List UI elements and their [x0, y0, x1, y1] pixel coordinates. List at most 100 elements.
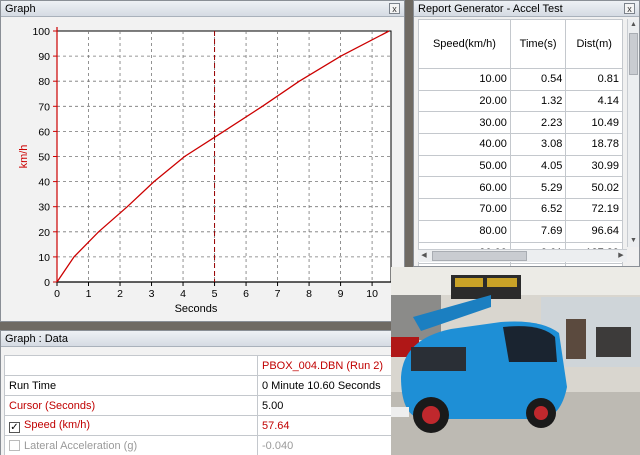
- cell-speed: 60.00: [418, 176, 511, 200]
- report-close-button[interactable]: x: [624, 3, 635, 14]
- table-header-row: Speed(km/h) Time(s) Dist(m): [418, 19, 623, 69]
- table-row[interactable]: 40.00 3.08 18.78: [418, 133, 623, 156]
- lateral-value: -0.040: [257, 435, 392, 455]
- speed-value: 57.64: [257, 415, 392, 436]
- cursor-value: 5.00: [257, 395, 392, 416]
- run-time-value: 0 Minute 10.60 Seconds: [257, 375, 392, 396]
- lateral-label: Lateral Acceleration (g): [24, 439, 138, 452]
- col-header-speed[interactable]: Speed(km/h): [418, 19, 511, 69]
- y-axis-label: km/h: [18, 145, 30, 169]
- y-tick-label: 60: [38, 126, 50, 138]
- cell-time: 7.69: [509, 219, 567, 243]
- cell-dist: 10.49: [565, 111, 623, 135]
- lateral-cell: Lateral Acceleration (g): [4, 435, 258, 455]
- cell-time: 1.32: [509, 89, 567, 113]
- data-titlebar: Graph : Data: [1, 331, 394, 347]
- run-time-label: Run Time: [4, 375, 258, 396]
- graph-titlebar: Graph x: [1, 1, 404, 17]
- report-horizontal-scrollbar[interactable]: ◀ ▶: [418, 249, 627, 262]
- report-vertical-scrollbar[interactable]: ▲ ▼: [627, 19, 639, 247]
- y-tick-label: 100: [32, 26, 50, 38]
- cell-dist: 0.81: [565, 68, 623, 91]
- cell-time: 5.29: [509, 176, 567, 200]
- cell-speed: 10.00: [418, 68, 511, 91]
- table-row[interactable]: 10.00 0.54 0.81: [418, 68, 623, 91]
- cell-time: 4.05: [509, 154, 567, 178]
- x-tick-label: 4: [180, 288, 186, 300]
- table-row[interactable]: 30.00 2.23 10.49: [418, 111, 623, 135]
- graph-close-button[interactable]: x: [389, 3, 400, 14]
- data-title: Graph : Data: [5, 332, 68, 345]
- graph-data-window: Graph : Data PBOX_004.DBN (Run 2) Run Ti…: [0, 330, 395, 455]
- cell-time: 3.08: [509, 133, 567, 156]
- scroll-left-icon[interactable]: ◀: [418, 250, 430, 262]
- cell-speed: 30.00: [418, 111, 511, 135]
- x-tick-label: 8: [306, 288, 312, 300]
- cell-dist: 4.14: [565, 89, 623, 113]
- x-axis-label: Seconds: [175, 303, 218, 315]
- cell-dist: 30.99: [565, 154, 623, 178]
- x-tick-label: 5: [212, 288, 218, 300]
- y-tick-label: 80: [38, 76, 50, 88]
- cell-speed: 40.00: [418, 133, 511, 156]
- data-row-lateral: Lateral Acceleration (g) -0.040: [4, 435, 392, 455]
- cell-time: 6.52: [509, 198, 567, 221]
- lateral-checkbox[interactable]: [9, 439, 20, 451]
- cell-speed: 70.00: [418, 198, 511, 221]
- accel-table: Speed(km/h) Time(s) Dist(m) 10.00 0.54 0.8…: [418, 19, 623, 266]
- x-tick-label: 3: [149, 288, 155, 300]
- y-tick-label: 20: [38, 227, 50, 239]
- data-row-cursor: Cursor (Seconds) 5.00: [4, 395, 392, 416]
- table-row[interactable]: 60.00 5.29 50.02: [418, 176, 623, 200]
- cell-dist: 72.19: [565, 198, 623, 221]
- x-tick-label: 6: [243, 288, 249, 300]
- x-tick-label: 10: [366, 288, 378, 300]
- cell-speed: 50.00: [418, 154, 511, 178]
- speed-checkbox[interactable]: ✓: [9, 421, 20, 433]
- y-tick-label: 90: [38, 51, 50, 63]
- graph-window: Graph x 0 10 20 30 40 50 60 70 80 90 100 0 1 2 3 4 5 6 7 8 9…: [0, 0, 405, 322]
- x-tick-label: 7: [275, 288, 281, 300]
- cell-time: 0.54: [509, 68, 567, 91]
- y-tick-label: 70: [38, 101, 50, 113]
- y-tick-label: 30: [38, 202, 50, 214]
- speed-label: Speed (km/h): [24, 418, 91, 431]
- table-row[interactable]: 70.00 6.52 72.19: [418, 198, 623, 221]
- table-row[interactable]: 80.00 7.69 96.64: [418, 219, 623, 243]
- y-tick-label: 40: [38, 177, 50, 189]
- speed-cell: ✓ Speed (km/h): [4, 415, 258, 436]
- cell-dist: 18.78: [565, 133, 623, 156]
- scroll-right-icon[interactable]: ▶: [615, 250, 627, 262]
- cell-dist: 50.02: [565, 176, 623, 200]
- y-tick-label: 0: [44, 277, 50, 289]
- cell-dist: 96.64: [565, 219, 623, 243]
- report-window: Report Generator - Accel Test x Speed(km…: [413, 0, 640, 267]
- graph-title: Graph: [5, 2, 36, 15]
- data-header-row: PBOX_004.DBN (Run 2): [4, 355, 392, 376]
- col-header-time[interactable]: Time(s): [509, 19, 567, 69]
- y-tick-label: 10: [38, 252, 50, 264]
- table-row[interactable]: 20.00 1.32 4.14: [418, 89, 623, 113]
- data-row-runtime: Run Time 0 Minute 10.60 Seconds: [4, 375, 392, 396]
- x-tick-label: 2: [117, 288, 123, 300]
- cell-speed: 20.00: [418, 89, 511, 113]
- run-header[interactable]: PBOX_004.DBN (Run 2): [257, 355, 392, 376]
- data-header-blank: [4, 355, 258, 376]
- report-title: Report Generator - Accel Test: [418, 2, 563, 15]
- x-tick-label: 9: [338, 288, 344, 300]
- cell-time: 2.23: [509, 111, 567, 135]
- horizontal-scroll-thumb[interactable]: [432, 251, 527, 261]
- report-titlebar: Report Generator - Accel Test x: [414, 1, 639, 17]
- vertical-scroll-thumb[interactable]: [629, 33, 638, 75]
- scroll-down-icon[interactable]: ▼: [628, 235, 639, 247]
- col-header-dist[interactable]: Dist(m): [565, 19, 623, 69]
- data-row-speed: ✓ Speed (km/h) 57.64: [4, 415, 392, 436]
- scroll-up-icon[interactable]: ▲: [628, 19, 639, 31]
- table-row[interactable]: 50.00 4.05 30.99: [418, 154, 623, 178]
- x-tick-label: 0: [54, 288, 60, 300]
- speed-chart[interactable]: 0 10 20 30 40 50 60 70 80 90 100 0 1 2 3 4 5 6 7 8 9 10 Second…: [1, 17, 404, 321]
- cell-speed: 80.00: [418, 219, 511, 243]
- data-table: PBOX_004.DBN (Run 2) Run Time 0 Minute 1…: [4, 355, 392, 455]
- cursor-label: Cursor (Seconds): [4, 395, 258, 416]
- y-tick-label: 50: [38, 152, 50, 164]
